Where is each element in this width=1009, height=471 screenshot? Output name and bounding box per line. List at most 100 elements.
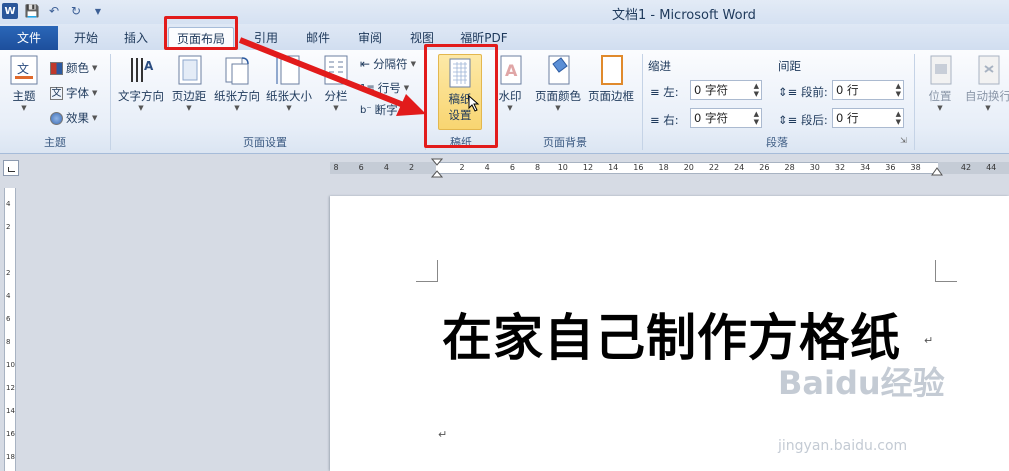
ruler-tick-label: 36 [885, 163, 896, 172]
ruler-tick-label: 8 [333, 163, 339, 172]
group-label-themes: 主题 [44, 136, 66, 149]
watermark-icon: A [500, 55, 522, 85]
ruler-tick-label: 2 [409, 163, 415, 172]
theme-fonts-button[interactable]: 文 字体 ▼ [50, 85, 97, 101]
ruler-tick-label: 16 [633, 163, 644, 172]
chevron-down-icon: ▼ [21, 104, 27, 112]
ruler-tick-label: 42 [960, 163, 972, 172]
ruler-tick-label: 6 [358, 163, 364, 172]
spinner-icon[interactable]: ▲ ▼ [754, 82, 759, 98]
page-color-icon [548, 55, 570, 85]
crop-mark [416, 260, 438, 282]
ruler-tick-label: 20 [683, 163, 694, 172]
ruler-tick-label: 4 [484, 163, 490, 172]
ruler-tick-label: 18 [658, 163, 669, 172]
group-label-page-background: 页面背景 [543, 136, 587, 149]
annotation-arrow-icon [238, 37, 426, 116]
group-separator [914, 54, 915, 150]
group-label-page-setup: 页面设置 [243, 136, 287, 149]
position-icon [930, 55, 952, 85]
theme-colors-button[interactable]: 颜色 ▼ [50, 60, 97, 76]
text-direction-button[interactable]: A 文字方向 ▼ [116, 54, 166, 112]
ruler-tick-label: 2 [459, 163, 465, 172]
effects-icon [50, 111, 63, 125]
colors-icon [50, 61, 63, 75]
tab-insert[interactable]: 插入 [116, 27, 156, 49]
quick-access-toolbar: W 💾 ↶ ↻ ▼ [2, 3, 106, 19]
vertical-ruler-tick-label: 8 [6, 338, 11, 346]
wrap-text-button[interactable]: 自动换行 ▼ [962, 54, 1009, 112]
themes-button[interactable]: 文 主题 ▼ [6, 54, 42, 112]
spacing-before-label: ⇕≡ 段前: [778, 85, 828, 99]
page-color-button[interactable]: 页面颜色 ▼ [532, 54, 584, 112]
vertical-ruler-tick-label: 6 [6, 315, 11, 323]
ruler-tick-label: 4 [383, 163, 389, 172]
watermark-brand: Baidu经验 [778, 364, 945, 402]
indent-right-input[interactable]: 0 字符 ▲ ▼ [690, 108, 762, 128]
vertical-ruler-tick-label: 12 [6, 384, 15, 392]
margins-icon [178, 55, 202, 85]
right-indent-marker-icon[interactable] [931, 166, 943, 176]
ruler-tick-label: 6 [509, 163, 515, 172]
vertical-ruler-tick-label: 4 [6, 200, 11, 208]
ruler-tick-label: 34 [860, 163, 871, 172]
ribbon-tabs: 文件 开始 插入 页面布局 引用 邮件 审阅 视图 福昕PDF [0, 24, 1009, 50]
vertical-ruler-tick-label: 4 [6, 292, 11, 300]
margins-button[interactable]: 页边距 ▼ [168, 54, 210, 112]
svg-text:A: A [505, 61, 518, 80]
undo-icon[interactable]: ↶ [46, 3, 62, 19]
group-label-paragraph: 段落 [766, 136, 788, 149]
ruler-tick-label: 44 [986, 163, 997, 172]
themes-icon: 文 [10, 55, 38, 85]
ruler-tick-label: 14 [608, 163, 619, 172]
indent-left-input[interactable]: 0 字符 ▲ ▼ [690, 80, 762, 100]
title-bar: W 💾 ↶ ↻ ▼ 文档1 - Microsoft Word [0, 0, 1009, 24]
page-borders-button[interactable]: 页面边框 [586, 54, 636, 104]
spinner-icon[interactable]: ▲ ▼ [754, 110, 759, 126]
spacing-label: 间距 [778, 59, 801, 73]
crop-mark [935, 260, 957, 282]
ruler-margin-right [938, 162, 1009, 174]
ruler-tick-label: 28 [784, 163, 795, 172]
paragraph-mark: ↵ [924, 334, 934, 347]
spinner-icon[interactable]: ▲ ▼ [896, 82, 901, 98]
ruler-tick-label: 38 [910, 163, 921, 172]
indent-right-label: ≡ 右: [650, 113, 679, 127]
svg-text:文: 文 [17, 61, 29, 76]
customize-qat-icon[interactable]: ▼ [90, 3, 106, 19]
ruler-tick-label: 26 [759, 163, 770, 172]
vertical-ruler-tick-label: 10 [6, 361, 15, 369]
vertical-ruler-tick-label: 18 [6, 453, 15, 461]
ruler-tick-label: 22 [708, 163, 720, 172]
vertical-ruler-tick-label: 2 [6, 223, 11, 231]
vertical-ruler-tick-label: 14 [6, 407, 15, 415]
ruler-tick-label: 12 [582, 163, 594, 172]
dialog-launcher-icon[interactable]: ⇲ [900, 136, 907, 145]
save-icon[interactable]: 💾 [24, 3, 40, 19]
spacing-before-input[interactable]: 0 行 ▲ ▼ [832, 80, 904, 100]
redo-icon[interactable]: ↻ [68, 3, 84, 19]
spacing-after-input[interactable]: 0 行 ▲ ▼ [832, 108, 904, 128]
ruler-tick-label: 24 [734, 163, 745, 172]
tab-selector-button[interactable] [3, 160, 19, 176]
indent-label: 缩进 [648, 59, 671, 73]
page-borders-icon [601, 55, 623, 85]
word-logo-icon: W [2, 3, 18, 19]
wrap-text-icon [978, 55, 1000, 85]
fonts-icon: 文 [50, 86, 63, 100]
indent-marker-icon[interactable] [431, 158, 443, 178]
position-button[interactable]: 位置 ▼ [920, 54, 960, 112]
vertical-ruler-tick-label: 2 [6, 269, 11, 277]
spacing-after-label: ⇕≡ 段后: [778, 113, 828, 127]
svg-text:A: A [144, 59, 154, 73]
spinner-icon[interactable]: ▲ ▼ [896, 110, 901, 126]
ruler-tick-label: 32 [834, 163, 846, 172]
watermark-url: jingyan.baidu.com [778, 438, 908, 454]
ribbon: 文 主题 ▼ 颜色 ▼ 文 字体 ▼ 效果 ▼ 主题 A 文字方向 ▼ 页边距 ▼ [0, 50, 1009, 154]
tab-file[interactable]: 文件 [0, 26, 58, 50]
theme-effects-button[interactable]: 效果 ▼ [50, 110, 97, 126]
tab-home[interactable]: 开始 [66, 27, 106, 49]
paragraph-mark: ↵ [438, 428, 448, 441]
window-title: 文档1 - Microsoft Word [612, 8, 756, 23]
vertical-ruler-tick-label: 16 [6, 430, 15, 438]
